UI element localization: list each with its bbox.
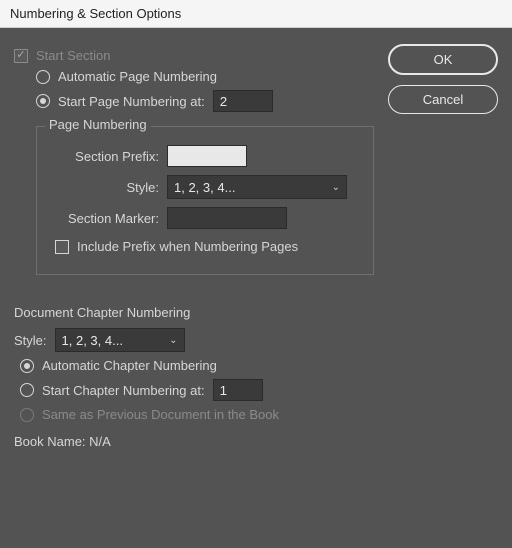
section-marker-label: Section Marker: [51, 211, 159, 226]
start-page-at-radio[interactable] [36, 94, 50, 108]
button-column: OK Cancel [388, 42, 498, 532]
start-chapter-at-row[interactable]: Start Chapter Numbering at: [20, 379, 374, 401]
auto-chapter-label: Automatic Chapter Numbering [42, 358, 217, 373]
include-prefix-label: Include Prefix when Numbering Pages [77, 239, 298, 254]
start-section-row: Start Section [14, 48, 374, 63]
start-page-at-row[interactable]: Start Page Numbering at: [36, 90, 374, 112]
same-as-prev-row: Same as Previous Document in the Book [20, 407, 374, 422]
section-marker-row: Section Marker: [51, 207, 359, 229]
auto-page-numbering-label: Automatic Page Numbering [58, 69, 217, 84]
auto-chapter-radio[interactable] [20, 359, 34, 373]
dialog-titlebar: Numbering & Section Options [0, 0, 512, 28]
page-numbering-legend: Page Numbering [45, 117, 151, 132]
start-chapter-at-label: Start Chapter Numbering at: [42, 383, 205, 398]
start-section-label: Start Section [36, 48, 110, 63]
auto-page-numbering-row[interactable]: Automatic Page Numbering [36, 69, 374, 84]
main-column: Start Section Automatic Page Numbering S… [14, 42, 374, 532]
book-name-label: Book Name: N/A [14, 434, 111, 449]
same-as-prev-radio [20, 408, 34, 422]
start-chapter-at-radio[interactable] [20, 383, 34, 397]
book-name-row: Book Name: N/A [14, 434, 374, 449]
ok-button[interactable]: OK [388, 44, 498, 75]
start-chapter-at-input[interactable] [213, 379, 263, 401]
chevron-down-icon: ⌄ [332, 182, 340, 193]
auto-page-numbering-radio[interactable] [36, 70, 50, 84]
page-style-select[interactable]: 1, 2, 3, 4... ⌄ [167, 175, 347, 199]
section-prefix-label: Section Prefix: [51, 149, 159, 164]
section-prefix-input[interactable] [167, 145, 247, 167]
start-section-checkbox [14, 49, 28, 63]
same-as-prev-label: Same as Previous Document in the Book [42, 407, 279, 422]
chapter-heading: Document Chapter Numbering [14, 305, 374, 320]
cancel-button[interactable]: Cancel [388, 85, 498, 114]
include-prefix-row[interactable]: Include Prefix when Numbering Pages [55, 239, 359, 254]
chapter-style-select[interactable]: 1, 2, 3, 4... ⌄ [55, 328, 185, 352]
page-numbering-fieldset: Page Numbering Section Prefix: Style: 1,… [36, 126, 374, 275]
section-marker-input[interactable] [167, 207, 287, 229]
cancel-button-label: Cancel [423, 92, 463, 107]
chapter-style-value: 1, 2, 3, 4... [62, 333, 123, 348]
page-style-label: Style: [51, 180, 159, 195]
dialog-title: Numbering & Section Options [10, 6, 181, 21]
dialog-body: Start Section Automatic Page Numbering S… [0, 28, 512, 546]
include-prefix-checkbox[interactable] [55, 240, 69, 254]
chapter-style-label: Style: [14, 333, 47, 348]
ok-button-label: OK [434, 52, 453, 67]
section-prefix-row: Section Prefix: [51, 145, 359, 167]
page-style-value: 1, 2, 3, 4... [174, 180, 235, 195]
page-style-row: Style: 1, 2, 3, 4... ⌄ [51, 175, 359, 199]
start-page-at-input[interactable] [213, 90, 273, 112]
chapter-style-row: Style: 1, 2, 3, 4... ⌄ [14, 328, 374, 352]
start-page-at-label: Start Page Numbering at: [58, 94, 205, 109]
chevron-down-icon: ⌄ [169, 335, 177, 346]
auto-chapter-row[interactable]: Automatic Chapter Numbering [20, 358, 374, 373]
